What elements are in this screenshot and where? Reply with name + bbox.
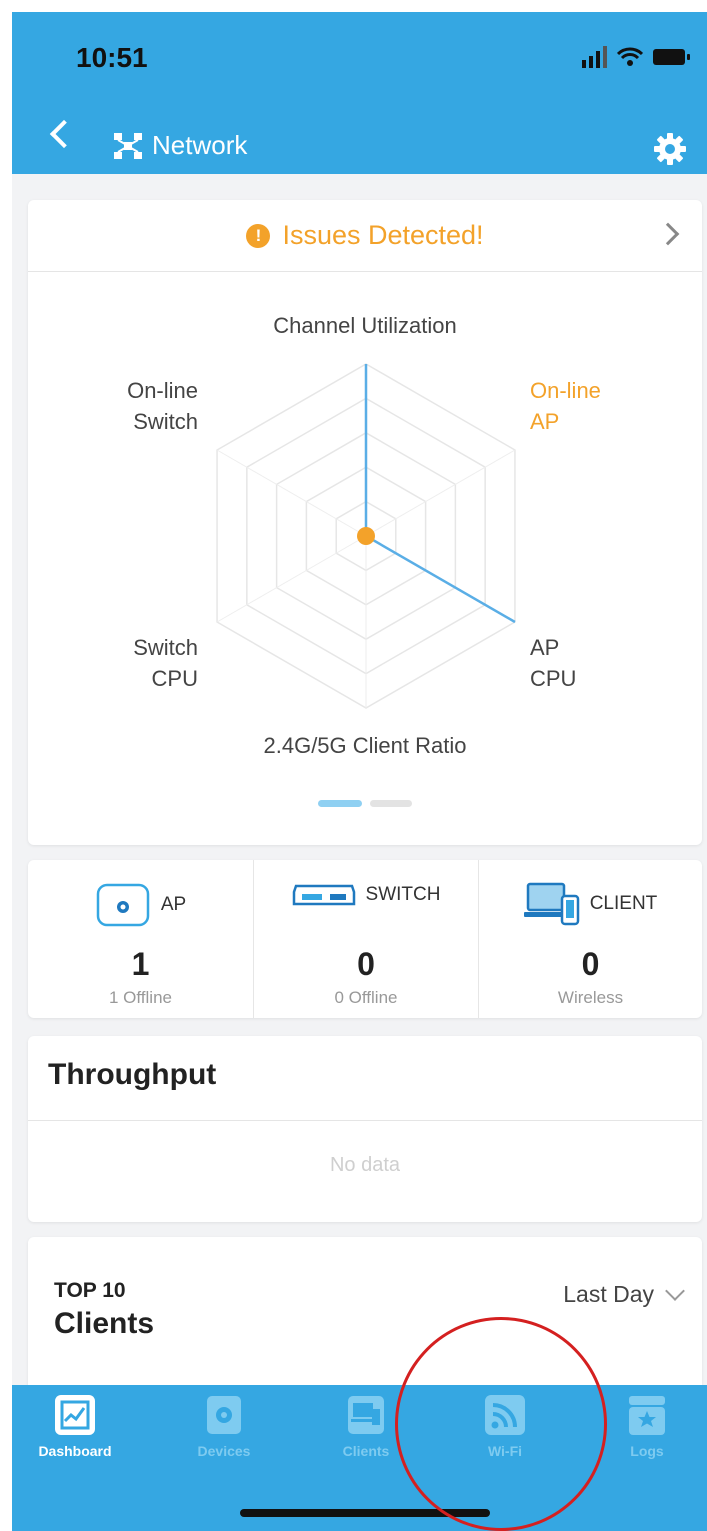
radar-value-ap-cpu (365, 534, 516, 624)
top-clients-title: Clients (54, 1307, 155, 1340)
throughput-empty-text: No data (28, 1120, 702, 1210)
wifi-status-icon (617, 47, 643, 66)
top-clients-label: TOP 10 (54, 1279, 126, 1302)
stat-switch-count: 0 (357, 946, 375, 982)
status-icons (582, 46, 690, 68)
settings-gear-icon[interactable] (653, 132, 687, 166)
chart-icon (55, 1395, 95, 1435)
radar-spoke (216, 449, 367, 537)
radar-label-online-ap: On-line AP (530, 378, 601, 434)
stat-client-count: 0 (581, 946, 600, 982)
stat-ap-count: 1 (131, 946, 150, 982)
radar-spoke (365, 449, 516, 537)
radar-data (357, 364, 516, 624)
chevron-down-icon (665, 1280, 685, 1301)
nav-title-group: Network (112, 130, 247, 161)
radar-label-ap-cpu: AP CPU (530, 635, 577, 691)
top-clients-card: TOP 10 Clients Last Day (28, 1237, 702, 1397)
stat-client-sub: Wireless (557, 988, 624, 1007)
network-topology-icon (114, 132, 142, 159)
radar-label-switch-cpu: Switch CPU (133, 635, 198, 691)
status-time: 10:51 (76, 42, 148, 73)
throughput-card: Throughput No data (28, 1036, 702, 1222)
annotation-circle (395, 1317, 607, 1531)
dashboard-content: ! Issues Detected! Channel Utilization O… (12, 174, 707, 1397)
health-radar-card: ! Issues Detected! Channel Utilization O… (28, 200, 702, 845)
tab-dashboard[interactable]: Dashboard (15, 1393, 135, 1483)
page-indicator[interactable] (318, 800, 412, 807)
period-value: Last Day (563, 1281, 654, 1307)
logs-icon (629, 1396, 665, 1435)
page-dot (370, 800, 412, 807)
throughput-title: Throughput (48, 1058, 217, 1091)
stat-ap-sub: 1 Offline (108, 988, 172, 1007)
radar-label-online-switch: On-line Switch (127, 378, 198, 434)
device-stats-card: AP 1 1 Offline SWITCH 0 0 Offline CLIENT… (28, 860, 702, 1018)
battery-icon (653, 49, 690, 65)
access-point-icon (96, 883, 150, 927)
period-dropdown[interactable]: Last Day (563, 1280, 685, 1308)
client-devices-icon (523, 882, 579, 926)
tab-devices[interactable]: Devices (164, 1393, 284, 1483)
app-header: 10:51 Network (12, 12, 707, 174)
stat-switch-sub: 0 Offline (334, 988, 398, 1007)
radar-spoke (216, 535, 367, 623)
radar-label-client-ratio: 2.4G/5G Client Ratio (263, 733, 467, 758)
clients-icon (348, 1396, 384, 1434)
page-title: Network (152, 130, 248, 160)
stat-ap-title: AP (160, 894, 187, 915)
stat-switch-title: SWITCH (365, 884, 441, 905)
radar-center-point (357, 527, 375, 545)
device-icon (207, 1396, 241, 1434)
radar-label-channel-utilization: Channel Utilization (273, 313, 457, 338)
cellular-signal-icon (582, 46, 607, 68)
app-screen: 10:51 Network ! Issues Detected! Channel… (0, 0, 707, 1531)
stat-ap[interactable]: AP 1 1 Offline (28, 860, 253, 1018)
page-dot-active (318, 800, 362, 807)
switch-icon (292, 884, 355, 906)
stat-client-title: CLIENT (589, 893, 658, 914)
back-button[interactable] (49, 119, 79, 149)
stat-switch[interactable]: SWITCH 0 0 Offline (253, 860, 478, 1018)
stat-client[interactable]: CLIENT 0 Wireless (478, 860, 702, 1018)
